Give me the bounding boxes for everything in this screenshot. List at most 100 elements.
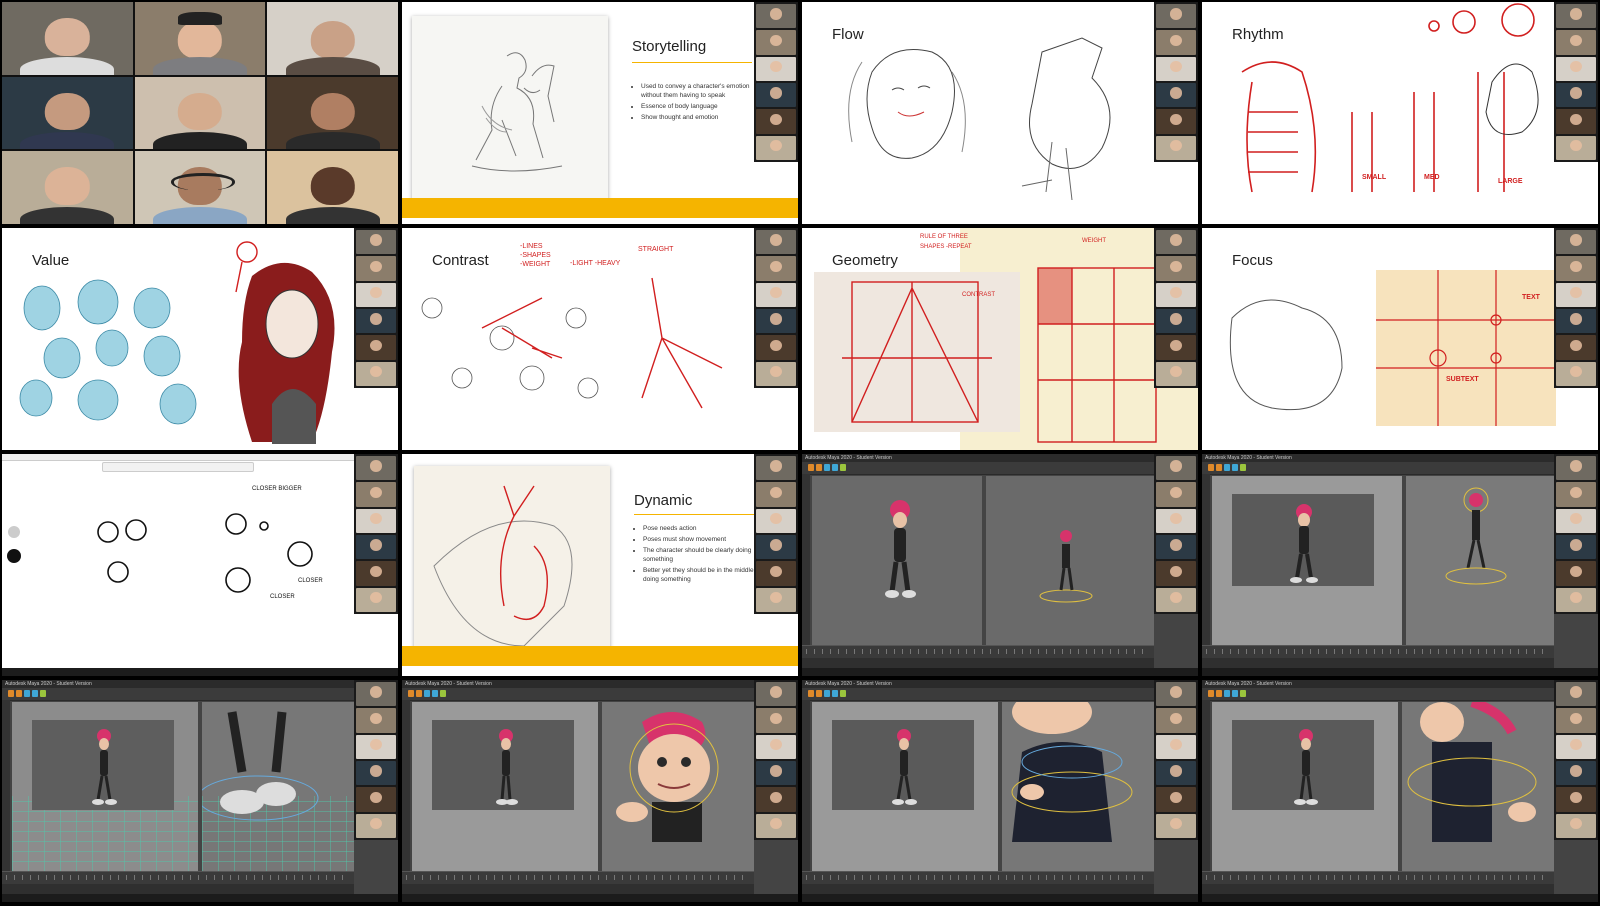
- maya-toolbox[interactable]: [1202, 700, 1210, 874]
- focus-sketches: [1229, 270, 1556, 426]
- pencil-sketch: [471, 52, 563, 172]
- taskbar: [2, 668, 398, 676]
- participant-strip: [1554, 680, 1598, 840]
- title-underline: [632, 62, 752, 63]
- taskbar: [1202, 894, 1598, 902]
- label-closer: CLOSER: [298, 578, 323, 584]
- sketch-image: [414, 466, 610, 652]
- participant-strip: [354, 228, 398, 388]
- maya-window: Autodesk Maya 2020 - Student Version: [802, 454, 1198, 676]
- viewport-perspective[interactable]: [1406, 476, 1554, 646]
- character-model: [1294, 729, 1318, 805]
- time-slider[interactable]: [1202, 871, 1554, 884]
- maya-shelf[interactable]: [2, 688, 354, 701]
- maya-menubar[interactable]: Autodesk Maya 2020 - Student Version: [1202, 454, 1554, 462]
- viewport-camera[interactable]: [412, 702, 598, 872]
- taskbar: [2, 894, 398, 902]
- command-line[interactable]: [1202, 884, 1554, 894]
- accent-bar: [402, 646, 798, 666]
- viewport-camera[interactable]: [812, 476, 982, 646]
- maya-toolbox[interactable]: [802, 700, 810, 874]
- viewport-perspective[interactable]: [1002, 690, 1154, 872]
- maya-shelf[interactable]: [1202, 688, 1554, 701]
- participant-video[interactable]: [267, 151, 398, 224]
- taskbar: [802, 668, 1198, 676]
- maya-shelf[interactable]: [802, 462, 1154, 475]
- maya-window: Autodesk Maya 2020 - Student Version: [2, 680, 398, 902]
- maya-menubar[interactable]: Autodesk Maya 2020 - Student Version: [802, 680, 1154, 688]
- character-torso-closeup: [1011, 690, 1133, 842]
- bullet-item: Essence of body language: [641, 102, 759, 111]
- command-line[interactable]: [2, 884, 354, 894]
- slide-value: Value: [2, 228, 398, 450]
- participant-strip: [1554, 2, 1598, 162]
- command-line[interactable]: [802, 658, 1154, 668]
- time-slider[interactable]: [402, 871, 754, 884]
- participant-video[interactable]: [2, 76, 133, 150]
- viewport-perspective[interactable]: [202, 702, 354, 872]
- character-side-closeup: [1407, 697, 1537, 842]
- participant-strip: [754, 228, 798, 388]
- character-model: [1290, 504, 1318, 583]
- maya-menubar[interactable]: Autodesk Maya 2020 - Student Version: [802, 454, 1154, 462]
- viewport-perspective[interactable]: [986, 476, 1154, 646]
- maya-window: Autodesk Maya 2020 - Student Version: [402, 680, 798, 902]
- maya-shelf[interactable]: [1202, 462, 1554, 475]
- character-model: [496, 729, 518, 805]
- bullet-item: Pose needs action: [643, 524, 761, 533]
- rigged-legs: [202, 711, 319, 821]
- maya-toolbox[interactable]: [802, 474, 810, 648]
- time-slider[interactable]: [802, 871, 1154, 884]
- dynamic-sketch: [433, 485, 573, 647]
- viewport-camera[interactable]: [1212, 702, 1398, 872]
- bullet-item: Poses must show movement: [643, 535, 761, 544]
- participant-strip: [1154, 454, 1198, 614]
- accent-bar: [402, 198, 798, 218]
- bullet-item: Used to convey a character's emotion wit…: [641, 82, 759, 100]
- maya-shelf[interactable]: [802, 688, 1154, 701]
- maya-toolbox[interactable]: [2, 700, 10, 874]
- time-slider[interactable]: [802, 645, 1154, 658]
- maya-window: Autodesk Maya 2020 - Student Version: [1202, 680, 1598, 902]
- command-line[interactable]: [802, 884, 1154, 894]
- maya-window: Autodesk Maya 2020 - Student Version: [802, 680, 1198, 902]
- viewport-camera[interactable]: [1212, 476, 1402, 646]
- participant-video[interactable]: [134, 151, 266, 224]
- maya-window: Autodesk Maya 2020 - Student Version: [1202, 454, 1598, 676]
- participant-strip: [1154, 228, 1198, 388]
- time-slider[interactable]: [2, 871, 354, 884]
- maya-menubar[interactable]: Autodesk Maya 2020 - Student Version: [1202, 680, 1554, 688]
- maya-menubar[interactable]: Autodesk Maya 2020 - Student Version: [2, 680, 354, 688]
- participant-video[interactable]: [134, 2, 266, 75]
- maya-shelf[interactable]: [402, 688, 754, 701]
- whiteboard-app: CLOSER BIGGER CLOSER CLOSER: [2, 454, 398, 676]
- taskbar: [802, 894, 1198, 902]
- maya-toolbox[interactable]: [1202, 474, 1210, 648]
- contrast-sketches: [421, 277, 723, 409]
- viewport-perspective[interactable]: [1402, 697, 1554, 872]
- maya-toolbox[interactable]: [402, 700, 410, 874]
- participant-strip: [1154, 680, 1198, 840]
- slide-rhythm: Rhythm SMALL MED LARGE: [1202, 2, 1598, 224]
- command-line[interactable]: [1202, 658, 1554, 668]
- participant-video[interactable]: [2, 2, 133, 75]
- slide-storytelling: Storytelling Used to convey a character'…: [402, 2, 798, 224]
- maya-menubar[interactable]: Autodesk Maya 2020 - Student Version: [402, 680, 754, 688]
- rigged-character: [1445, 487, 1507, 585]
- viewport-camera[interactable]: [812, 702, 998, 872]
- participant-video[interactable]: [2, 151, 133, 224]
- time-slider[interactable]: [1202, 645, 1554, 658]
- slide-geometry: Geometry RULE OF THREE SHAPES -REPEAT WE…: [802, 228, 1198, 450]
- title-underline: [634, 514, 754, 515]
- viewport-camera[interactable]: [12, 702, 198, 872]
- viewport-perspective[interactable]: [602, 702, 754, 872]
- flow-sketches: [848, 37, 1111, 201]
- participant-video[interactable]: [267, 2, 398, 75]
- participant-video[interactable]: [267, 76, 398, 150]
- character-model: [92, 729, 117, 805]
- character-model: [885, 500, 916, 598]
- command-line[interactable]: [402, 884, 754, 894]
- slide-title: Dynamic: [634, 492, 693, 509]
- rigged-character: [1039, 530, 1093, 603]
- participant-video[interactable]: [134, 76, 266, 150]
